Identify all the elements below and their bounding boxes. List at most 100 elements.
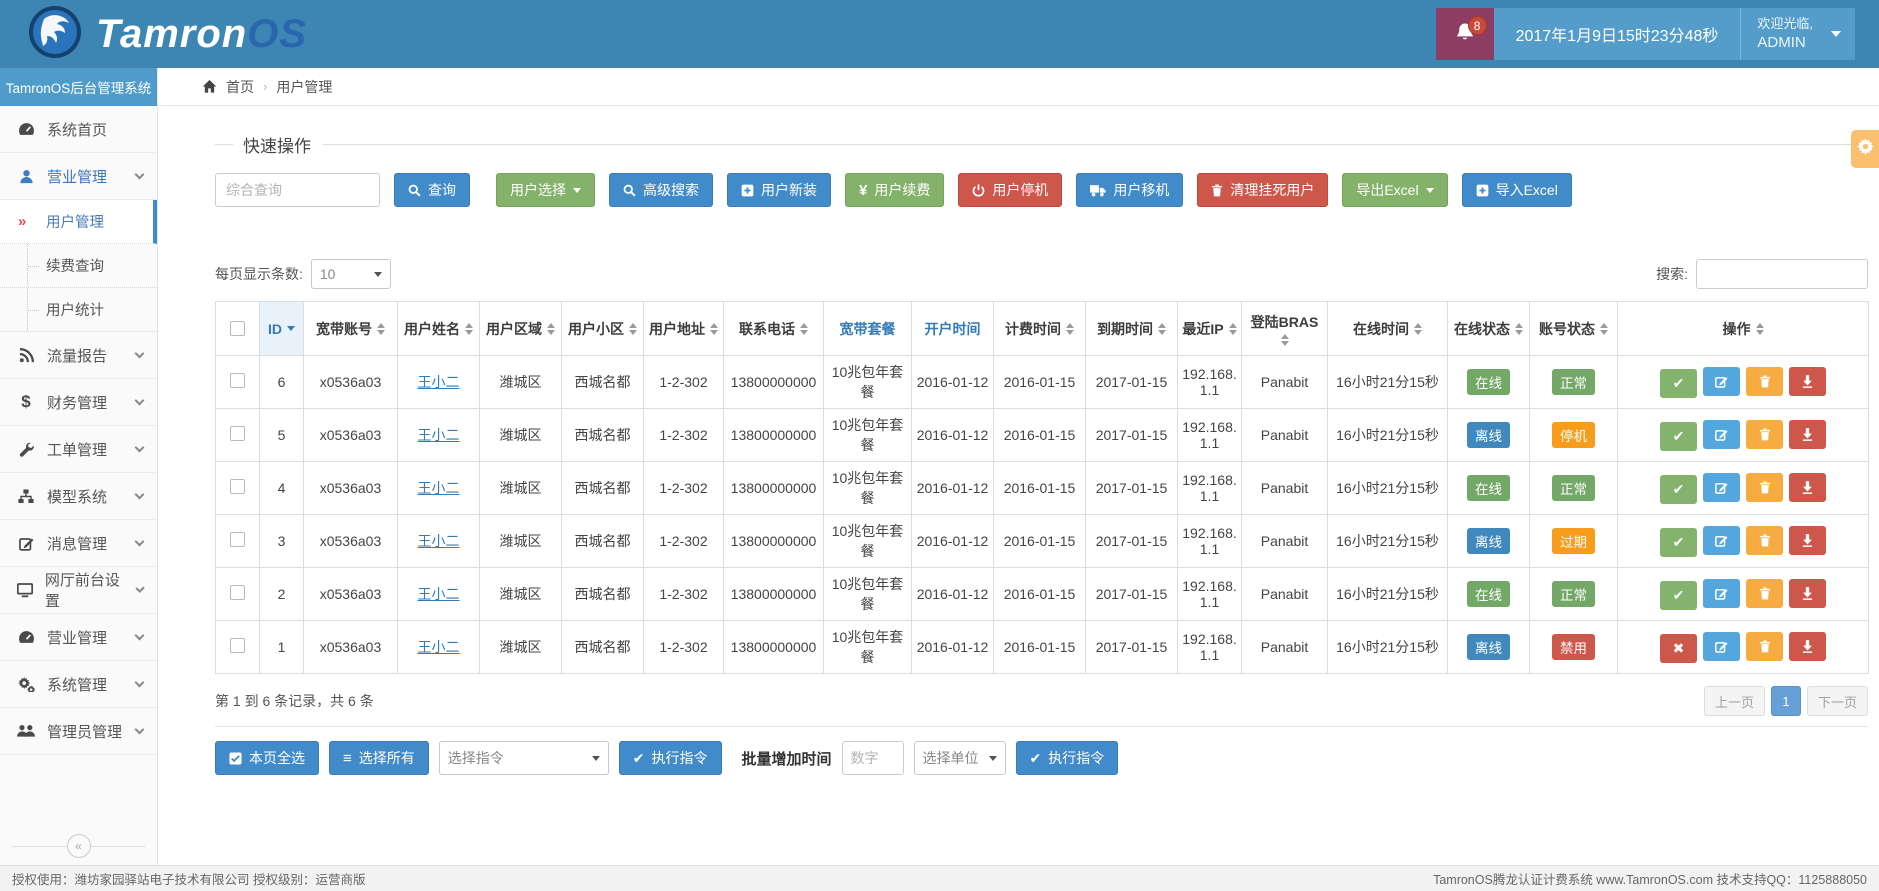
user-name-link[interactable]: 王小二: [418, 480, 460, 496]
sidebar-item-4[interactable]: 工单管理: [0, 426, 157, 473]
next-page-button[interactable]: 下一页: [1807, 686, 1868, 716]
enable-user-button[interactable]: ✔: [1660, 369, 1697, 398]
column-header-10[interactable]: 计费时间: [994, 302, 1086, 356]
settings-flyout-button[interactable]: [1851, 130, 1879, 168]
row-checkbox[interactable]: [230, 532, 245, 547]
column-header-11[interactable]: 到期时间: [1086, 302, 1178, 356]
combined-search-input[interactable]: [215, 173, 380, 207]
edit-user-button[interactable]: [1703, 526, 1740, 555]
breadcrumb-home[interactable]: 首页: [226, 77, 254, 97]
edit-user-button[interactable]: [1703, 632, 1740, 661]
column-header-2[interactable]: 宽带账号: [304, 302, 398, 356]
disable-user-button[interactable]: ✖: [1660, 634, 1697, 663]
row-checkbox[interactable]: [230, 638, 245, 653]
column-header-4[interactable]: 用户区域: [480, 302, 562, 356]
sidebar-item-10[interactable]: 管理员管理: [0, 708, 157, 755]
select-all-button[interactable]: ≡ 选择所有: [329, 741, 429, 775]
column-header-15[interactable]: 在线状态: [1448, 302, 1530, 356]
delete-user-button[interactable]: [1746, 526, 1783, 555]
download-user-button[interactable]: [1789, 367, 1826, 396]
batch-number-input[interactable]: [842, 741, 904, 775]
execute-command-button[interactable]: ✔ 执行指令: [619, 741, 722, 775]
select-all-checkbox[interactable]: [230, 321, 245, 336]
quick-op-button-6[interactable]: 用户移机: [1076, 173, 1183, 207]
button-label: 用户停机: [992, 180, 1048, 200]
column-header-8[interactable]: 宽带套餐: [824, 302, 912, 356]
column-header-14[interactable]: 在线时间: [1328, 302, 1448, 356]
table-search-input[interactable]: [1696, 259, 1868, 289]
quick-op-button-0[interactable]: 查询: [394, 173, 470, 207]
enable-user-button[interactable]: ✔: [1660, 528, 1697, 557]
sidebar-item-5[interactable]: 模型系统: [0, 473, 157, 520]
download-user-button[interactable]: [1789, 526, 1826, 555]
edit-user-button[interactable]: [1703, 367, 1740, 396]
download-user-button[interactable]: [1789, 473, 1826, 502]
quick-op-button-7[interactable]: 清理挂死用户: [1197, 173, 1328, 207]
enable-user-button[interactable]: ✔: [1660, 475, 1697, 504]
sidebar-item-9[interactable]: 系统管理: [0, 661, 157, 708]
sidebar-item-7[interactable]: 网厅前台设置: [0, 567, 157, 614]
row-checkbox[interactable]: [230, 585, 245, 600]
sidebar-subitem-0[interactable]: »用户管理: [0, 200, 157, 244]
delete-user-button[interactable]: [1746, 367, 1783, 396]
delete-user-button[interactable]: [1746, 473, 1783, 502]
download-user-button[interactable]: [1789, 579, 1826, 608]
collapse-sidebar-button[interactable]: «: [67, 834, 91, 858]
quick-op-button-2[interactable]: 高级搜索: [609, 173, 713, 207]
page-1-button[interactable]: 1: [1771, 686, 1801, 716]
column-header-3[interactable]: 用户姓名: [398, 302, 480, 356]
user-name-link[interactable]: 王小二: [418, 533, 460, 549]
user-name-link[interactable]: 王小二: [418, 639, 460, 655]
sidebar-item-6[interactable]: 消息管理: [0, 520, 157, 567]
cell-phone: 13800000000: [724, 462, 824, 515]
row-checkbox[interactable]: [230, 373, 245, 388]
quick-op-button-5[interactable]: 用户停机: [958, 173, 1062, 207]
app-logo: TamronOS: [28, 5, 307, 64]
quick-op-button-8[interactable]: 导出Excel: [1342, 173, 1447, 207]
edit-user-button[interactable]: [1703, 579, 1740, 608]
user-menu[interactable]: 欢迎光临, ADMIN: [1740, 8, 1855, 60]
edit-user-button[interactable]: [1703, 420, 1740, 449]
sidebar-subitem-1[interactable]: 续费查询: [0, 244, 157, 288]
user-name-link[interactable]: 王小二: [418, 427, 460, 443]
column-header-13[interactable]: 登陆BRAS: [1242, 302, 1328, 356]
delete-user-button[interactable]: [1746, 579, 1783, 608]
sidebar-item-8[interactable]: 营业管理: [0, 614, 157, 661]
notifications-button[interactable]: 8: [1436, 8, 1494, 60]
sidebar-item-1[interactable]: 营业管理: [0, 153, 157, 200]
sidebar-item-0[interactable]: 系统首页: [0, 106, 157, 153]
delete-user-button[interactable]: [1746, 632, 1783, 661]
quick-op-button-1[interactable]: 用户选择: [496, 173, 595, 207]
sidebar-subitem-2[interactable]: 用户统计: [0, 288, 157, 332]
user-name-link[interactable]: 王小二: [418, 586, 460, 602]
download-user-button[interactable]: [1789, 632, 1826, 661]
execute-time-button[interactable]: ✔ 执行指令: [1016, 741, 1119, 775]
unit-select[interactable]: 选择单位: [914, 741, 1006, 775]
delete-user-button[interactable]: [1746, 420, 1783, 449]
column-header-17[interactable]: 操作: [1618, 302, 1869, 356]
quick-op-button-9[interactable]: 导入Excel: [1462, 173, 1572, 207]
enable-user-button[interactable]: ✔: [1660, 422, 1697, 451]
prev-page-button[interactable]: 上一页: [1704, 686, 1765, 716]
download-user-button[interactable]: [1789, 420, 1826, 449]
row-checkbox[interactable]: [230, 479, 245, 494]
quick-op-button-3[interactable]: 用户新装: [727, 173, 831, 207]
per-page-select[interactable]: 10: [311, 259, 391, 289]
column-header-7[interactable]: 联系电话: [724, 302, 824, 356]
select-page-button[interactable]: 本页全选: [215, 741, 319, 775]
enable-user-button[interactable]: ✔: [1660, 581, 1697, 610]
column-header-6[interactable]: 用户地址: [644, 302, 724, 356]
column-header-12[interactable]: 最近IP: [1178, 302, 1242, 356]
column-header-5[interactable]: 用户小区: [562, 302, 644, 356]
row-checkbox[interactable]: [230, 426, 245, 441]
quick-op-button-4[interactable]: ¥用户续费: [845, 173, 944, 207]
sidebar-item-label: 系统首页: [47, 119, 107, 140]
command-select[interactable]: 选择指令: [439, 741, 609, 775]
sidebar-item-3[interactable]: $财务管理: [0, 379, 157, 426]
column-header-1[interactable]: ID: [260, 302, 304, 356]
column-header-16[interactable]: 账号状态: [1530, 302, 1618, 356]
column-header-9[interactable]: 开户时间: [912, 302, 994, 356]
user-name-link[interactable]: 王小二: [418, 374, 460, 390]
edit-user-button[interactable]: [1703, 473, 1740, 502]
sidebar-item-2[interactable]: 流量报告: [0, 332, 157, 379]
